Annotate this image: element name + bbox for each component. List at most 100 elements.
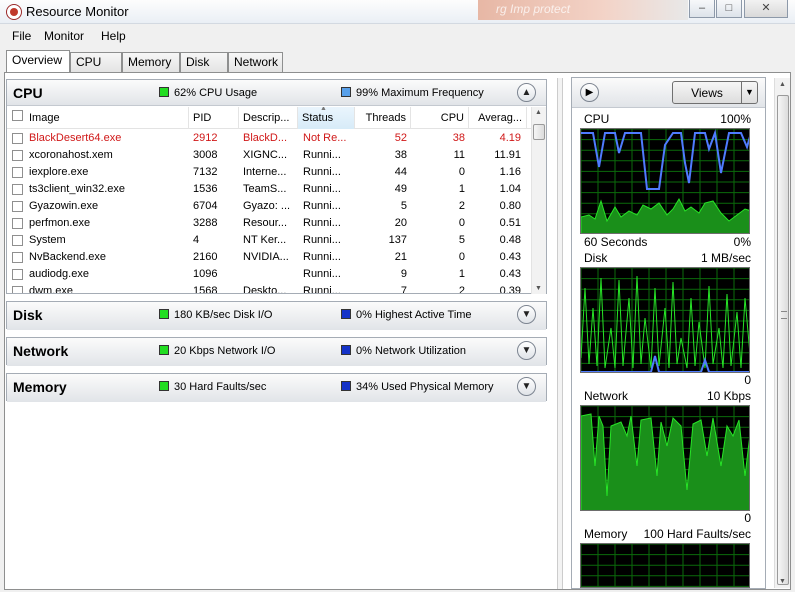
table-cell: 11.91 (494, 149, 521, 161)
row-checkbox[interactable] (12, 167, 23, 178)
table-row[interactable]: perfmon.exe 3288 Resour... Runni... 20 0 0.51 (7, 215, 533, 232)
column-cpu[interactable]: CPU (411, 107, 469, 129)
table-cell: 38 (452, 132, 465, 144)
scroll-grip (781, 311, 787, 319)
memory-panel-header[interactable]: Memory 30 Hard Faults/sec 34% Used Physi… (7, 374, 546, 402)
table-cell: 7132 (193, 166, 218, 178)
row-checkbox[interactable] (12, 235, 23, 246)
table-cell: NvBackend.exe (29, 251, 107, 263)
window-title: Resource Monitor (26, 4, 129, 19)
row-checkbox[interactable] (12, 269, 23, 280)
cpu-table-scrollbar[interactable]: ▲ ▼ (531, 107, 546, 294)
table-cell: 49 (394, 183, 407, 195)
table-row[interactable]: ts3client_win32.exe 1536 TeamS... Runni... 4… (7, 181, 533, 198)
network-graph-max: 10 Kbps (706, 389, 751, 403)
table-cell: Runni... (303, 285, 341, 293)
table-cell: 3288 (193, 217, 218, 229)
disk-graph-max: 1 MB/sec (700, 251, 751, 265)
views-button[interactable]: Views ▼ (672, 81, 758, 104)
table-cell: Runni... (303, 251, 341, 263)
table-cell: 1096 (193, 268, 218, 280)
scroll-down-icon[interactable]: ▼ (779, 578, 786, 585)
memory-panel[interactable]: Memory 30 Hard Faults/sec 34% Used Physi… (6, 373, 547, 402)
table-row[interactable]: dwm.exe 1568 Deskto... Runni... 7 2 0.39 (7, 283, 533, 293)
table-cell: 2 (458, 285, 465, 293)
scroll-up-icon[interactable]: ▲ (535, 109, 542, 116)
row-checkbox[interactable] (12, 218, 23, 229)
row-checkbox[interactable] (12, 286, 23, 293)
table-cell: 1568 (193, 285, 218, 293)
table-cell: NVIDIA... (243, 251, 289, 263)
cpu-table-header: Image PID Descrip... ▲ Status Threads CPU… (7, 107, 533, 129)
scroll-up-icon[interactable]: ▲ (779, 81, 786, 88)
table-cell: Runni... (303, 234, 341, 246)
sort-up-icon: ▲ (320, 107, 327, 112)
network-panel-header[interactable]: Network 20 Kbps Network I/O 0% Network U… (7, 338, 546, 366)
cpu-usage-stat: 62% CPU Usage (159, 87, 257, 99)
scroll-thumb[interactable] (777, 95, 789, 585)
row-checkbox[interactable] (12, 184, 23, 195)
table-row[interactable]: Gyazowin.exe 6704 Gyazo: ... Runni... 5 2 0.80 (7, 198, 533, 215)
dropdown-arrow-icon[interactable]: ▼ (741, 82, 757, 103)
table-cell: 7 (400, 285, 407, 293)
minimize-button[interactable]: – (689, 0, 715, 18)
row-checkbox[interactable] (12, 201, 23, 212)
table-cell: dwm.exe (29, 285, 74, 293)
table-cell: 1.04 (499, 183, 521, 195)
table-row[interactable]: NvBackend.exe 2160 NVIDIA... Runni... 21 0 0.4… (7, 249, 533, 266)
table-cell: 9 (400, 268, 407, 280)
table-cell: perfmon.exe (29, 217, 91, 229)
memory-panel-title: Memory (13, 379, 67, 395)
pane-splitter[interactable] (557, 78, 563, 589)
cpu-panel-header[interactable]: CPU 62% CPU Usage 99% Maximum Frequency … (7, 80, 546, 106)
select-all-checkbox[interactable] (12, 110, 23, 121)
table-row[interactable]: BlackDesert64.exe 2912 BlackD... Not Re... 5… (7, 130, 533, 147)
row-checkbox[interactable] (12, 150, 23, 161)
table-row[interactable]: iexplore.exe 7132 Interne... Runni... 44 0 1.1… (7, 164, 533, 181)
table-cell: System (29, 234, 66, 246)
disk-panel-header[interactable]: Disk 180 KB/sec Disk I/O 0% Highest Acti… (7, 302, 546, 330)
column-image[interactable]: Image (7, 107, 189, 129)
column-average[interactable]: Averag... (469, 107, 527, 129)
network-panel[interactable]: Network 20 Kbps Network I/O 0% Network U… (6, 337, 547, 366)
graph-panel-scrollbar[interactable]: ▲ ▼ (774, 78, 790, 588)
tab-overview[interactable]: Overview (6, 50, 70, 73)
column-threads[interactable]: Threads (355, 107, 411, 129)
table-cell: 6704 (193, 200, 218, 212)
collapse-graphs-icon[interactable]: ▶ (580, 83, 599, 102)
row-checkbox[interactable] (12, 133, 23, 144)
column-description[interactable]: Descrip... (239, 107, 298, 129)
row-checkbox[interactable] (12, 252, 23, 263)
disk-graph (580, 267, 750, 373)
column-status[interactable]: ▲ Status (298, 107, 355, 129)
network-utilization-stat: 0% Network Utilization (341, 345, 466, 357)
title-banner: rg Imp protect (478, 0, 688, 20)
table-cell: 2160 (193, 251, 218, 263)
disk-panel[interactable]: Disk 180 KB/sec Disk I/O 0% Highest Acti… (6, 301, 547, 330)
chevron-down-icon[interactable]: ▼ (517, 305, 536, 324)
graph-grid (581, 544, 749, 587)
cpu-graph-duration: 60 Seconds (584, 235, 648, 249)
menu-help[interactable]: Help (101, 29, 126, 43)
chevron-up-icon[interactable]: ▲ (517, 83, 536, 102)
tab-cpu[interactable]: CPU (70, 52, 122, 72)
table-row[interactable]: System 4 NT Ker... Runni... 137 5 0.48 (7, 232, 533, 249)
scroll-down-icon[interactable]: ▼ (535, 285, 542, 292)
menu-file[interactable]: File (12, 29, 31, 43)
tab-memory[interactable]: Memory (122, 52, 180, 72)
chevron-down-icon[interactable]: ▼ (517, 341, 536, 360)
table-cell: Gyazowin.exe (29, 200, 99, 212)
close-button[interactable]: ✕ (744, 0, 788, 18)
maximize-button[interactable]: □ (716, 0, 742, 18)
blue-swatch-icon (341, 381, 351, 391)
chevron-down-icon[interactable]: ▼ (517, 377, 536, 396)
menu-bar: File Monitor Help (0, 26, 795, 46)
scroll-thumb[interactable] (533, 124, 545, 140)
table-row[interactable]: xcoronahost.xem 3008 XIGNC... Runni... 38 11 1… (7, 147, 533, 164)
menu-monitor[interactable]: Monitor (44, 29, 84, 43)
table-cell: TeamS... (243, 183, 287, 195)
tab-disk[interactable]: Disk (180, 52, 228, 72)
table-row[interactable]: audiodg.exe 1096 Runni... 9 1 0.43 (7, 266, 533, 283)
tab-network[interactable]: Network (228, 52, 283, 72)
column-pid[interactable]: PID (189, 107, 239, 129)
